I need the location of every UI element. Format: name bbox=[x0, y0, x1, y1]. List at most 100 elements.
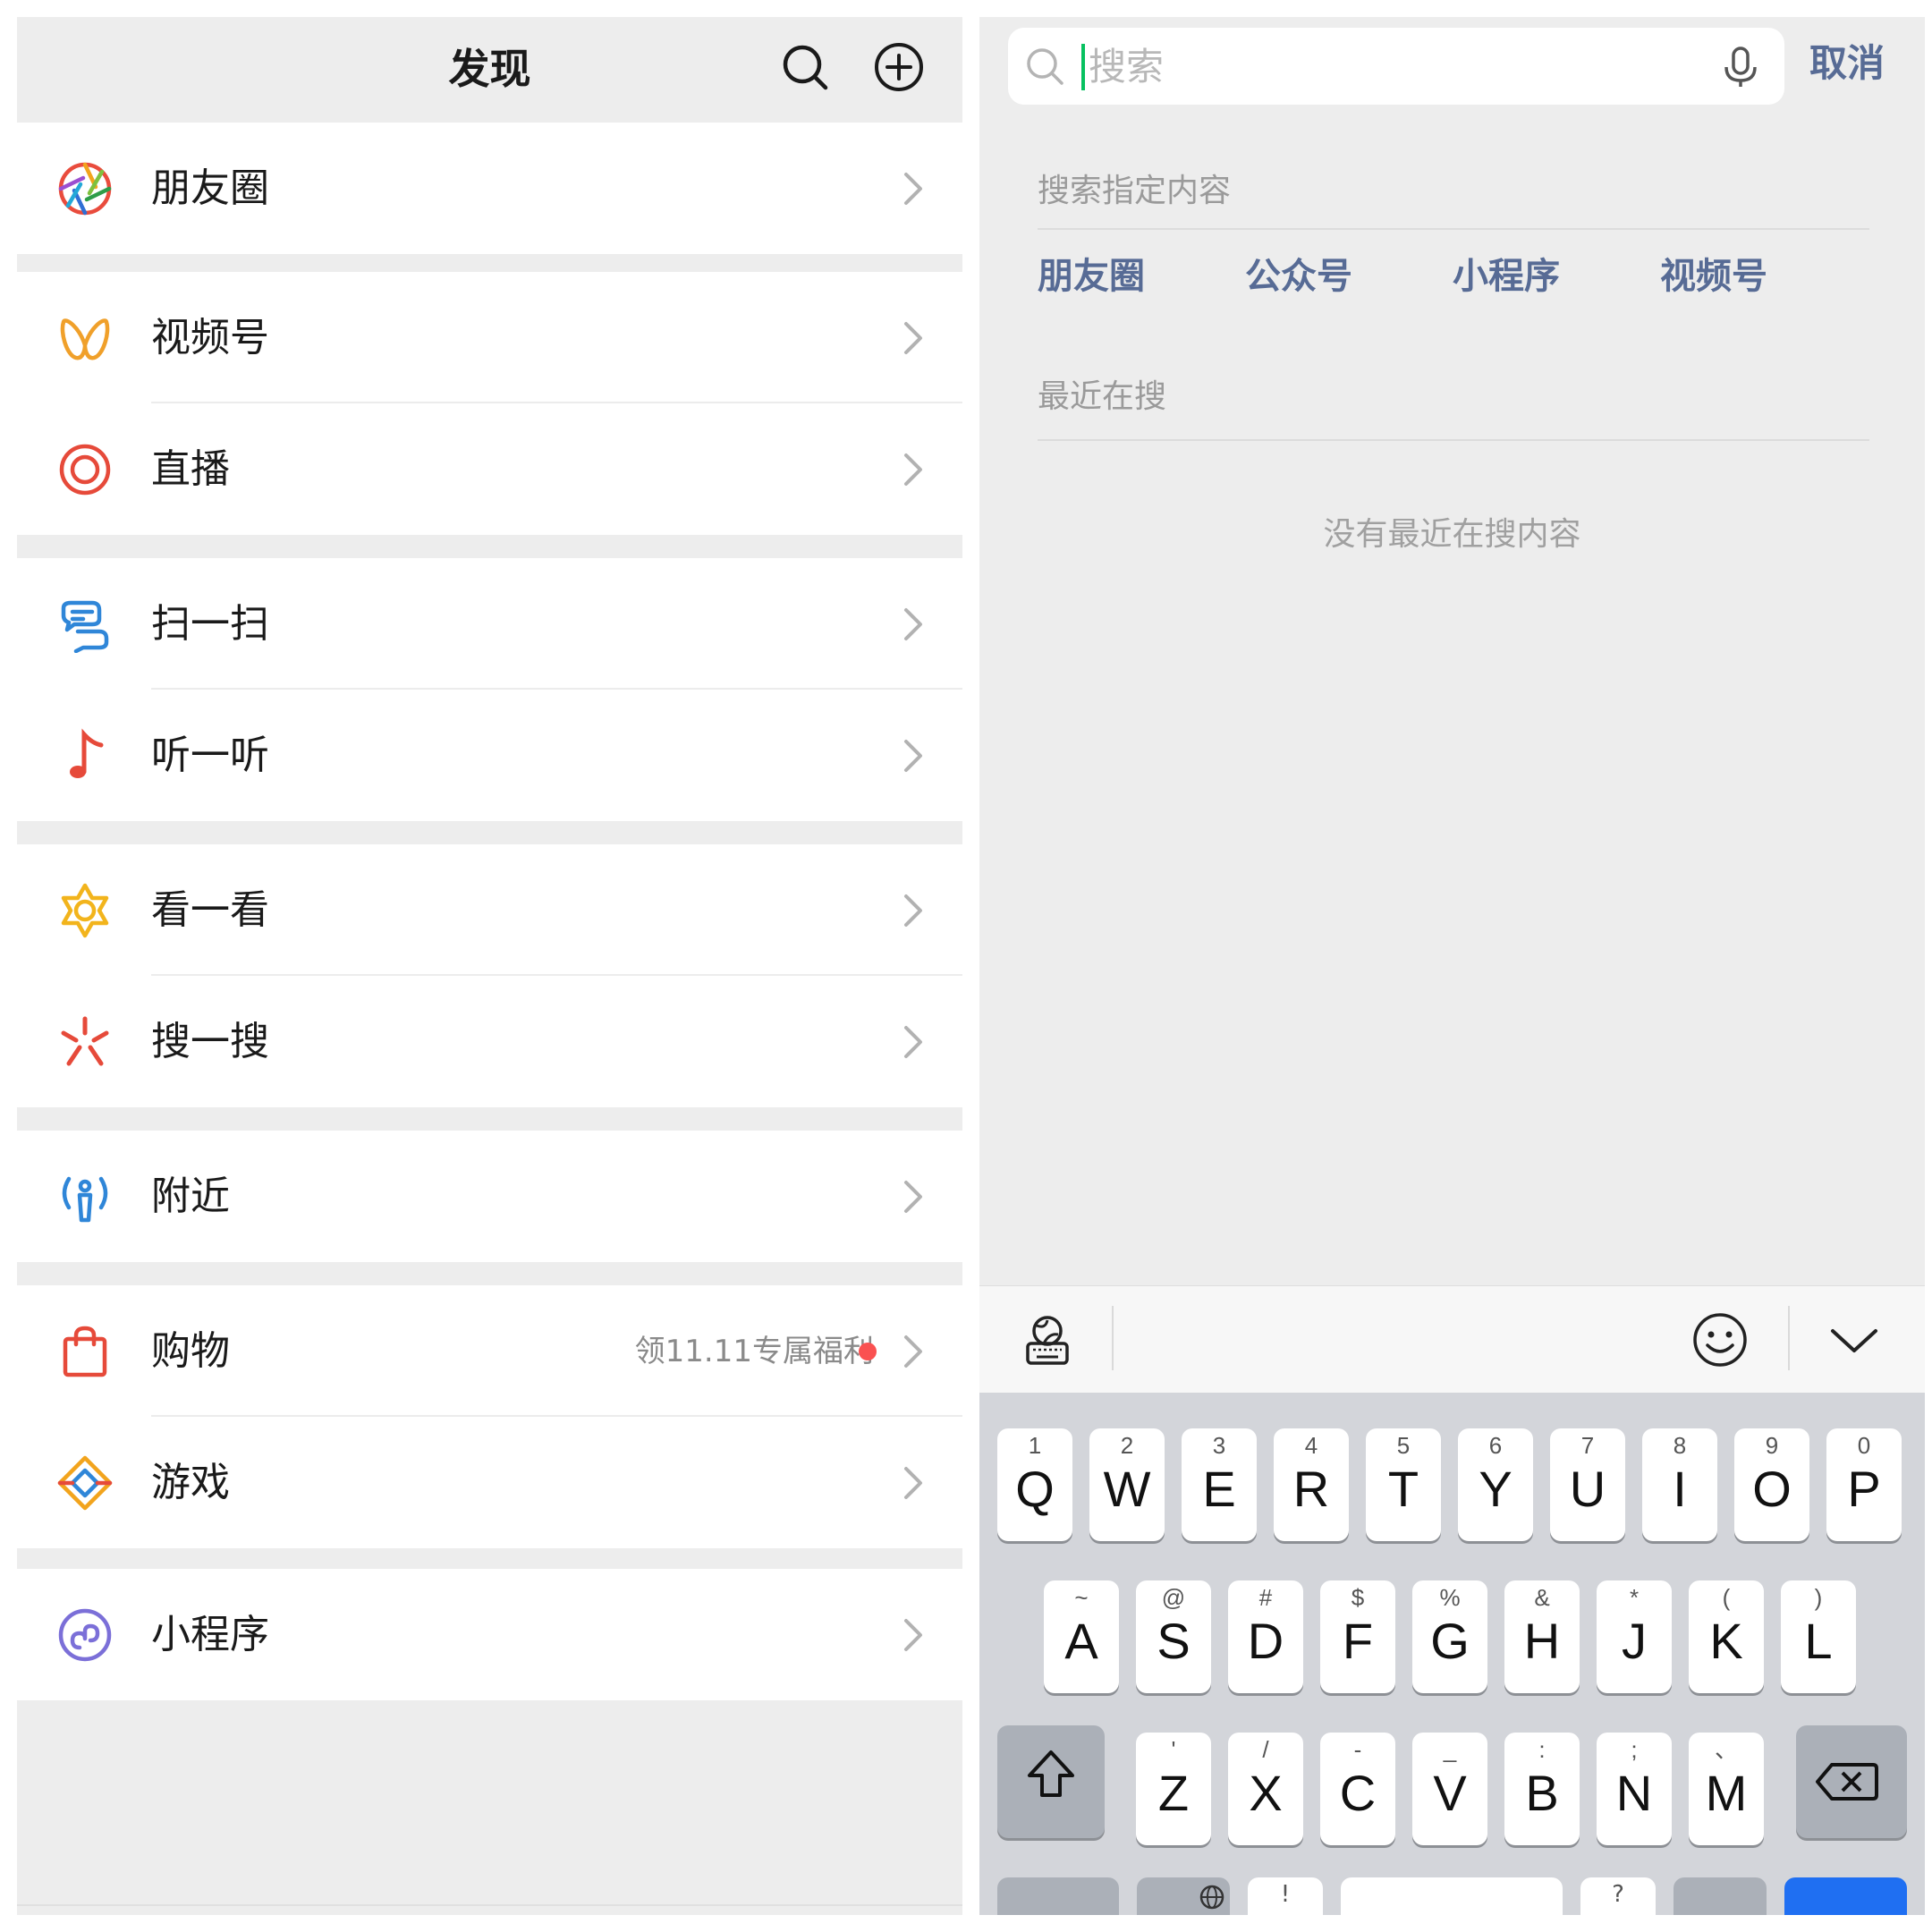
key-sub-label: 6 bbox=[1488, 1432, 1503, 1459]
search-shortcut-link[interactable]: 视频号 bbox=[1660, 251, 1767, 301]
key-y[interactable]: 6Y bbox=[1458, 1428, 1533, 1541]
key-sub-label: % bbox=[1439, 1584, 1461, 1611]
cancel-button[interactable]: 取消 bbox=[1809, 37, 1885, 90]
recent-search-title: 最近在搜 bbox=[1038, 378, 1167, 415]
toolbar-divider bbox=[1788, 1306, 1790, 1370]
key-d[interactable]: # D bbox=[1228, 1580, 1303, 1693]
globe-key[interactable] bbox=[1137, 1877, 1230, 1915]
list-item-label: 直播 bbox=[151, 446, 230, 492]
key-q[interactable]: 1Q bbox=[997, 1428, 1072, 1541]
key-s[interactable]: @ S bbox=[1136, 1580, 1211, 1693]
key-label: P bbox=[1847, 1461, 1881, 1517]
list-group: 扫一扫听一听 bbox=[17, 558, 962, 821]
key-label: T bbox=[1387, 1461, 1419, 1517]
emoji-icon[interactable] bbox=[1691, 1311, 1749, 1368]
key-h[interactable]: & H bbox=[1504, 1580, 1580, 1693]
discover-screen: 发现 朋友圈视频号直播扫一扫听一听看一看 搜一搜附近购物 领11.11专属福利游戏小… bbox=[17, 17, 962, 1915]
list-item-label: 附近 bbox=[151, 1174, 230, 1219]
key-t[interactable]: 5T bbox=[1366, 1428, 1441, 1541]
punctuation-key[interactable] bbox=[1674, 1877, 1767, 1915]
key-c[interactable]: -C bbox=[1320, 1733, 1395, 1845]
text-caret bbox=[1081, 44, 1085, 90]
key-z[interactable]: ' Z bbox=[1136, 1733, 1211, 1845]
divider bbox=[1038, 439, 1869, 441]
microphone-icon[interactable] bbox=[1720, 46, 1761, 89]
key-sub-label: ~ bbox=[1074, 1584, 1089, 1611]
key-label: H bbox=[1523, 1613, 1561, 1669]
key-p[interactable]: 0P bbox=[1826, 1428, 1902, 1541]
game-diamond-icon bbox=[56, 1454, 114, 1512]
exclamation-key[interactable]: ! bbox=[1248, 1877, 1323, 1915]
list-item[interactable]: 游戏 bbox=[17, 1417, 962, 1548]
search-box[interactable] bbox=[1008, 28, 1784, 105]
key-f[interactable]: $ F bbox=[1320, 1580, 1395, 1693]
list-item[interactable]: 朋友圈 bbox=[17, 123, 962, 254]
space-key[interactable] bbox=[1341, 1877, 1563, 1915]
key-l[interactable]: ) L bbox=[1781, 1580, 1856, 1693]
list-item-label: 扫一扫 bbox=[151, 601, 269, 647]
key-w[interactable]: 2W bbox=[1089, 1428, 1165, 1541]
list-group: 附近 bbox=[17, 1131, 962, 1262]
key-u[interactable]: 7U bbox=[1550, 1428, 1625, 1541]
key-sub-label: $ bbox=[1351, 1584, 1365, 1611]
list-item[interactable]: 直播 bbox=[17, 403, 962, 535]
key-sub-label: - bbox=[1353, 1736, 1362, 1763]
key-label: L bbox=[1804, 1613, 1833, 1669]
list-item[interactable]: 附近 bbox=[17, 1131, 962, 1262]
key-b[interactable]: :B bbox=[1504, 1733, 1580, 1845]
search-specific-title: 搜索指定内容 bbox=[1038, 173, 1232, 209]
key-o[interactable]: 9O bbox=[1734, 1428, 1809, 1541]
key-n[interactable]: ; N bbox=[1597, 1733, 1672, 1845]
key-m[interactable]: 、 M bbox=[1689, 1733, 1764, 1845]
discover-header: 发现 bbox=[17, 17, 962, 123]
key-v[interactable]: _ V bbox=[1412, 1733, 1487, 1845]
search-enter-key[interactable] bbox=[1784, 1877, 1907, 1915]
list-item-label: 购物 bbox=[151, 1328, 230, 1374]
list-item-label: 游戏 bbox=[151, 1460, 230, 1505]
collapse-chevron-icon[interactable] bbox=[1829, 1318, 1879, 1361]
key-e[interactable]: 3E bbox=[1182, 1428, 1257, 1541]
key-label: ? bbox=[1612, 1881, 1624, 1908]
channels-butterfly-icon bbox=[56, 309, 114, 367]
key-label: D bbox=[1247, 1613, 1284, 1669]
search-shortcut-link[interactable]: 朋友圈 bbox=[1038, 251, 1145, 301]
list-item[interactable]: 视频号 bbox=[17, 272, 962, 403]
keyboard-settings-icon[interactable] bbox=[1019, 1311, 1076, 1368]
list-item[interactable]: 扫一扫 bbox=[17, 558, 962, 690]
list-item[interactable]: 看一看 bbox=[17, 844, 962, 976]
list-item[interactable]: 搜一搜 bbox=[17, 976, 962, 1107]
key-sub-label: : bbox=[1538, 1736, 1546, 1763]
key-sub-label: 4 bbox=[1304, 1432, 1318, 1459]
key-r[interactable]: 4R bbox=[1274, 1428, 1349, 1541]
list-item[interactable]: 听一听 bbox=[17, 690, 962, 821]
list-item[interactable]: 购物 领11.11专属福利 bbox=[17, 1285, 962, 1417]
question-key[interactable]: ? bbox=[1580, 1877, 1656, 1915]
list-item[interactable]: 小程序 bbox=[17, 1569, 962, 1700]
key-sub-label: 3 bbox=[1212, 1432, 1226, 1459]
key-label: K bbox=[1709, 1613, 1743, 1669]
chevron-right-icon bbox=[902, 605, 926, 644]
key-sub-label: @ bbox=[1161, 1584, 1186, 1611]
number-mode-key[interactable] bbox=[997, 1877, 1119, 1915]
search-input[interactable] bbox=[1089, 40, 1625, 92]
key-label: Z bbox=[1157, 1765, 1190, 1821]
moments-shutter-icon bbox=[56, 160, 114, 217]
key-sub-label: ) bbox=[1814, 1584, 1823, 1611]
promo-text: 领11.11专属福利 bbox=[634, 1334, 874, 1369]
key-label: Q bbox=[1015, 1461, 1055, 1517]
list-group: 看一看 搜一搜 bbox=[17, 844, 962, 1107]
key-j[interactable]: * J bbox=[1597, 1580, 1672, 1693]
key-i[interactable]: 8I bbox=[1642, 1428, 1717, 1541]
add-circle-icon[interactable] bbox=[870, 38, 928, 96]
search-shortcut-link[interactable]: 公众号 bbox=[1245, 251, 1352, 301]
backspace-key[interactable] bbox=[1796, 1725, 1907, 1838]
search-icon[interactable] bbox=[776, 38, 834, 96]
key-a[interactable]: ~ A bbox=[1044, 1580, 1119, 1693]
key-k[interactable]: (K bbox=[1689, 1580, 1764, 1693]
shift-key[interactable] bbox=[997, 1725, 1105, 1838]
key-sub-label: / bbox=[1262, 1736, 1269, 1763]
chevron-right-icon bbox=[902, 1615, 926, 1655]
key-x[interactable]: / X bbox=[1228, 1733, 1303, 1845]
search-shortcut-link[interactable]: 小程序 bbox=[1453, 251, 1560, 301]
key-g[interactable]: % G bbox=[1412, 1580, 1487, 1693]
